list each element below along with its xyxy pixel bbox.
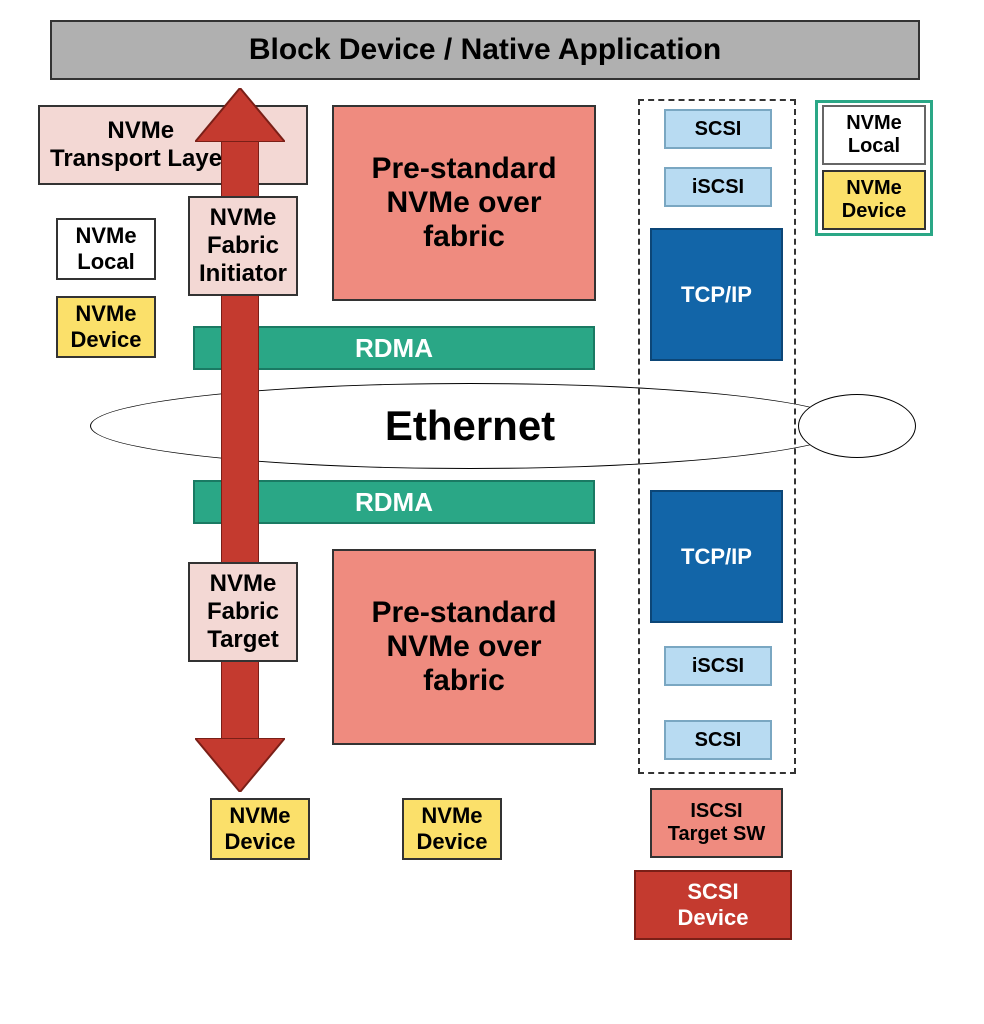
iscsi-bottom: iSCSI xyxy=(664,646,772,686)
pre-standard-bottom: Pre-standard NVMe over fabric xyxy=(332,549,596,745)
nvme-device-center-bottom: NVMe Device xyxy=(402,798,502,860)
iscsi-top: iSCSI xyxy=(664,167,772,207)
nvme-local-right: NVMe Local xyxy=(822,105,926,165)
scsi-bottom: SCSI xyxy=(664,720,772,760)
nvme-local-left: NVMe Local xyxy=(56,218,156,280)
nvme-device-right: NVMe Device xyxy=(822,170,926,230)
title-bar: Block Device / Native Application xyxy=(50,20,920,80)
arrow-head-down xyxy=(195,738,285,792)
tcpip-top: TCP/IP xyxy=(650,228,783,361)
arrow-head-up xyxy=(195,88,285,142)
nvme-fabric-target: NVMe Fabric Target xyxy=(188,562,298,662)
iscsi-target-sw: ISCSI Target SW xyxy=(650,788,783,858)
tcpip-bottom: TCP/IP xyxy=(650,490,783,623)
scsi-top: SCSI xyxy=(664,109,772,149)
scsi-device: SCSI Device xyxy=(634,870,792,940)
pre-standard-top: Pre-standard NVMe over fabric xyxy=(332,105,596,301)
nvme-fabric-initiator: NVMe Fabric Initiator xyxy=(188,196,298,296)
nvme-device-left: NVMe Device xyxy=(56,296,156,358)
nvme-device-arrow-bottom: NVMe Device xyxy=(210,798,310,860)
